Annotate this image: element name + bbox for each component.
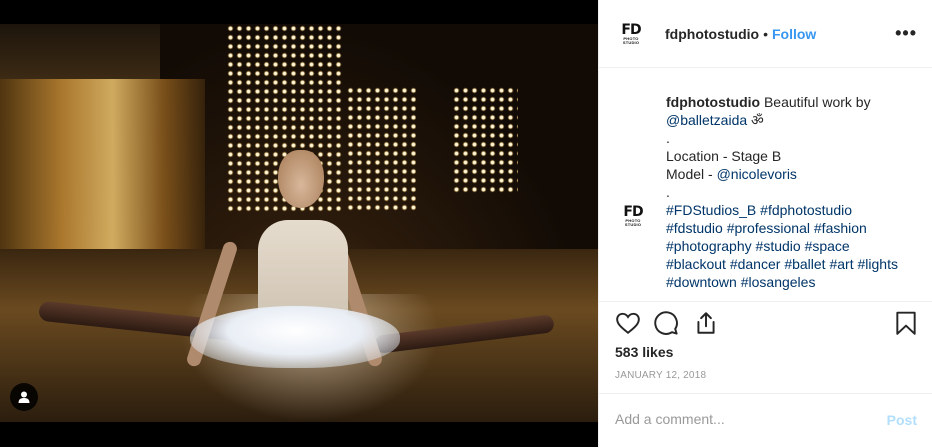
photo-background: [0, 24, 160, 79]
likes-count[interactable]: 583 likes: [615, 344, 673, 360]
post-comment-button[interactable]: Post: [887, 412, 917, 428]
post-sidebar: FD PHOTO STUDIO fdphotostudio • Follow •…: [598, 0, 932, 447]
caption-line: .: [666, 184, 670, 200]
photo-background: [0, 79, 205, 254]
post-actions: [615, 310, 917, 338]
comment-button[interactable]: [653, 310, 679, 341]
post-photo[interactable]: [0, 24, 598, 422]
photo-dancer: [278, 150, 324, 208]
photo-string-lights: [452, 86, 518, 194]
hashtag-link[interactable]: #fashion: [814, 220, 867, 236]
share-button[interactable]: [693, 310, 719, 341]
post-date: JANUARY 12, 2018: [615, 370, 707, 381]
caption-avatar[interactable]: FD PHOTO STUDIO: [617, 200, 649, 232]
photo-string-lights: [346, 86, 416, 211]
bookmark-icon: [896, 311, 916, 335]
save-button[interactable]: [893, 310, 919, 341]
hashtag-link[interactable]: #fdstudio: [666, 220, 723, 236]
avatar-logo-subtext: PHOTO STUDIO: [622, 35, 640, 45]
caption-line: Beautiful work by: [760, 94, 871, 110]
hashtag-link[interactable]: #fdphotostudio: [760, 202, 852, 218]
caption-emoji: ॐ: [751, 112, 764, 128]
more-options-button[interactable]: •••: [895, 23, 917, 44]
mention-link[interactable]: @nicolevoris: [717, 166, 797, 182]
caption-area: fdphotostudio Beautiful work by @balletz…: [599, 69, 932, 302]
header-username[interactable]: fdphotostudio: [665, 26, 759, 42]
follow-button[interactable]: Follow: [772, 26, 816, 42]
like-button[interactable]: [615, 310, 641, 341]
caption-line: .: [666, 130, 670, 146]
hashtag-link[interactable]: #space: [805, 238, 850, 254]
tagged-users-button[interactable]: [10, 383, 38, 411]
avatar-logo-text: FD: [621, 21, 641, 38]
photo-dancer-tutu: [190, 306, 400, 368]
hashtag-link[interactable]: #losangeles: [741, 274, 816, 290]
avatar-logo-subtext: PHOTO STUDIO: [624, 218, 642, 227]
caption-text: fdphotostudio Beautiful work by @balletz…: [666, 93, 916, 291]
header-separator: •: [763, 25, 768, 42]
comment-input[interactable]: [615, 411, 865, 427]
comment-bar: Post: [599, 393, 932, 448]
hashtag-link[interactable]: #dancer: [730, 256, 781, 272]
hashtag-link[interactable]: #ballet: [784, 256, 825, 272]
caption-username[interactable]: fdphotostudio: [666, 94, 760, 110]
hashtag-link[interactable]: #lights: [857, 256, 897, 272]
hashtag-link[interactable]: #blackout: [666, 256, 726, 272]
post-header: FD PHOTO STUDIO fdphotostudio • Follow •…: [599, 0, 932, 68]
hashtag-link[interactable]: #professional: [727, 220, 810, 236]
hashtag-link[interactable]: #photography: [666, 238, 752, 254]
user-tag-icon: [18, 391, 30, 403]
caption-location: Location - Stage B: [666, 148, 782, 164]
photo-dancer: [258, 220, 348, 320]
avatar-logo-text: FD: [623, 204, 643, 220]
hashtag-link[interactable]: #downtown: [666, 274, 737, 290]
post-photo-pane: [0, 0, 598, 447]
comment-icon: [654, 311, 678, 335]
mention-link[interactable]: @balletzaida: [666, 112, 747, 128]
caption-model-label: Model -: [666, 166, 717, 182]
profile-avatar[interactable]: FD PHOTO STUDIO: [615, 18, 647, 50]
heart-icon: [616, 312, 640, 334]
hashtag-link[interactable]: #studio: [756, 238, 801, 254]
share-icon: [697, 312, 715, 334]
hashtag-link[interactable]: #art: [829, 256, 853, 272]
hashtag-link[interactable]: #FDStudios_B: [666, 202, 756, 218]
